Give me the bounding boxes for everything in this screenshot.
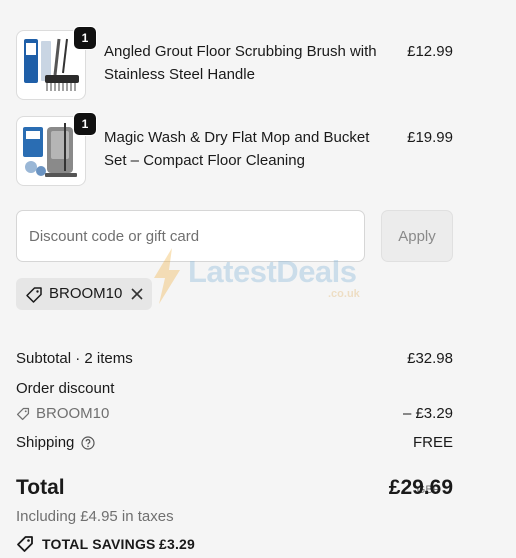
watermark-text: LatestDeals — [188, 254, 357, 289]
watermark-sub: .co.uk — [328, 288, 360, 300]
item-name: Magic Wash & Dry Flat Mop and Bucket Set… — [104, 129, 370, 169]
applied-code: BROOM10 — [49, 285, 123, 302]
shipping-label: Shipping — [16, 434, 75, 451]
taxes-note: Including £4.95 in taxes — [16, 508, 174, 525]
product-thumbnail: 1 — [16, 26, 97, 100]
tag-icon — [16, 407, 30, 421]
order-discount-label: Order discount — [16, 380, 115, 397]
subtotal-label: Subtotal · 2 items — [16, 350, 133, 367]
subtotal-row: Subtotal · 2 items £32.98 — [16, 349, 453, 369]
lightning-icon — [154, 248, 180, 304]
cart-item: 1 Magic Wash & Dry Flat Mop and Bucket S… — [16, 112, 453, 188]
shipping-value: FREE — [412, 434, 453, 451]
total-label: Total — [16, 476, 65, 499]
total-value: £29.69 — [388, 476, 453, 499]
savings-value: £3.29 — [159, 536, 196, 552]
watermark-logo: LatestDeals .co.uk — [150, 248, 370, 308]
quantity-badge: 1 — [73, 26, 97, 50]
item-price: £19.99 — [407, 129, 453, 146]
order-discount-row: Order discount — [16, 379, 453, 399]
shipping-row: Shipping FREE — [16, 433, 453, 453]
close-icon[interactable] — [130, 287, 144, 301]
cart-item: 1 Angled Grout Floor Scrubbing Brush wit… — [16, 26, 453, 102]
product-thumbnail: 1 — [16, 112, 97, 186]
discount-code-label: BROOM10 — [36, 405, 110, 422]
item-price: £12.99 — [407, 43, 453, 60]
discount-value: – £3.29 — [402, 405, 453, 422]
subtotal-value: £32.98 — [407, 350, 453, 367]
apply-button[interactable]: Apply — [381, 210, 453, 262]
savings-label: TOTAL SAVINGS — [42, 536, 156, 552]
help-icon[interactable] — [81, 436, 95, 450]
applied-discount-tag: BROOM10 — [16, 278, 152, 310]
item-name: Angled Grout Floor Scrubbing Brush with … — [104, 43, 377, 83]
quantity-badge: 1 — [73, 112, 97, 136]
tag-icon — [17, 536, 33, 552]
tag-icon — [26, 287, 42, 303]
